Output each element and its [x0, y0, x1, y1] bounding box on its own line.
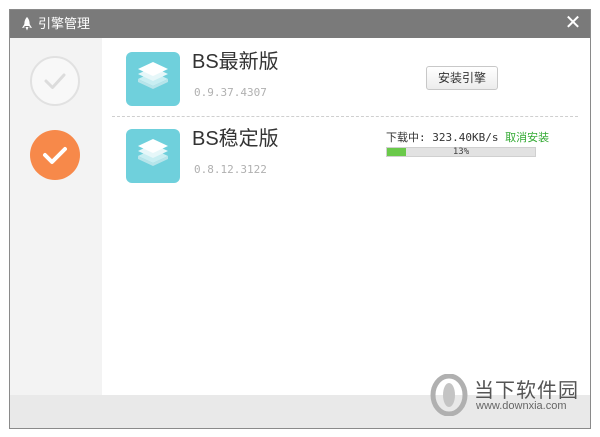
engine-list: BS最新版 0.9.37.4307 安装引擎 BS稳定版 0.8.12.3122…	[102, 38, 590, 396]
engine-version: 0.8.12.3122	[194, 163, 267, 176]
window-title: 引擎管理	[38, 16, 91, 31]
watermark-name: 当下软件园	[474, 380, 579, 402]
watermark: 当下软件园 www.downxia.com	[430, 372, 600, 422]
engine-name: BS稳定版	[192, 128, 279, 150]
progress-percent: 13%	[452, 147, 470, 157]
download-progress-bar: 13%	[386, 147, 536, 157]
title-bar: 引擎管理 ✕	[10, 10, 590, 38]
download-status: 下载中: 323.40KB/s 取消安装	[386, 129, 549, 145]
close-button[interactable]: ✕	[562, 12, 584, 34]
engine-name: BS最新版	[192, 51, 279, 73]
engine-row-stable: BS稳定版 0.8.12.3122 下载中: 323.40KB/s 取消安装 1…	[102, 123, 590, 193]
layers-app-icon	[126, 129, 180, 183]
step-sidebar	[10, 38, 102, 396]
layers-app-icon	[126, 52, 180, 106]
install-engine-button[interactable]: 安装引擎	[426, 66, 498, 90]
row-divider	[112, 116, 578, 117]
cancel-install-link[interactable]: 取消安装	[505, 131, 549, 144]
watermark-url: www.downxia.com	[476, 400, 567, 412]
engine-manager-window: 引擎管理 ✕ BS最新版 0.9.37.4307 安装引擎 BS稳定版 0.8.…	[9, 9, 591, 429]
engine-version: 0.9.37.4307	[194, 86, 267, 99]
check-icon	[43, 147, 67, 164]
download-speed: 下载中: 323.40KB/s	[386, 131, 499, 144]
step-indicator-active	[30, 130, 80, 180]
downxia-logo-icon	[430, 374, 468, 416]
close-icon: ✕	[564, 12, 582, 34]
check-icon	[44, 73, 66, 89]
engine-row-latest: BS最新版 0.9.37.4307 安装引擎	[102, 46, 590, 116]
rocket-icon	[19, 16, 35, 32]
step-indicator-done	[30, 56, 80, 106]
